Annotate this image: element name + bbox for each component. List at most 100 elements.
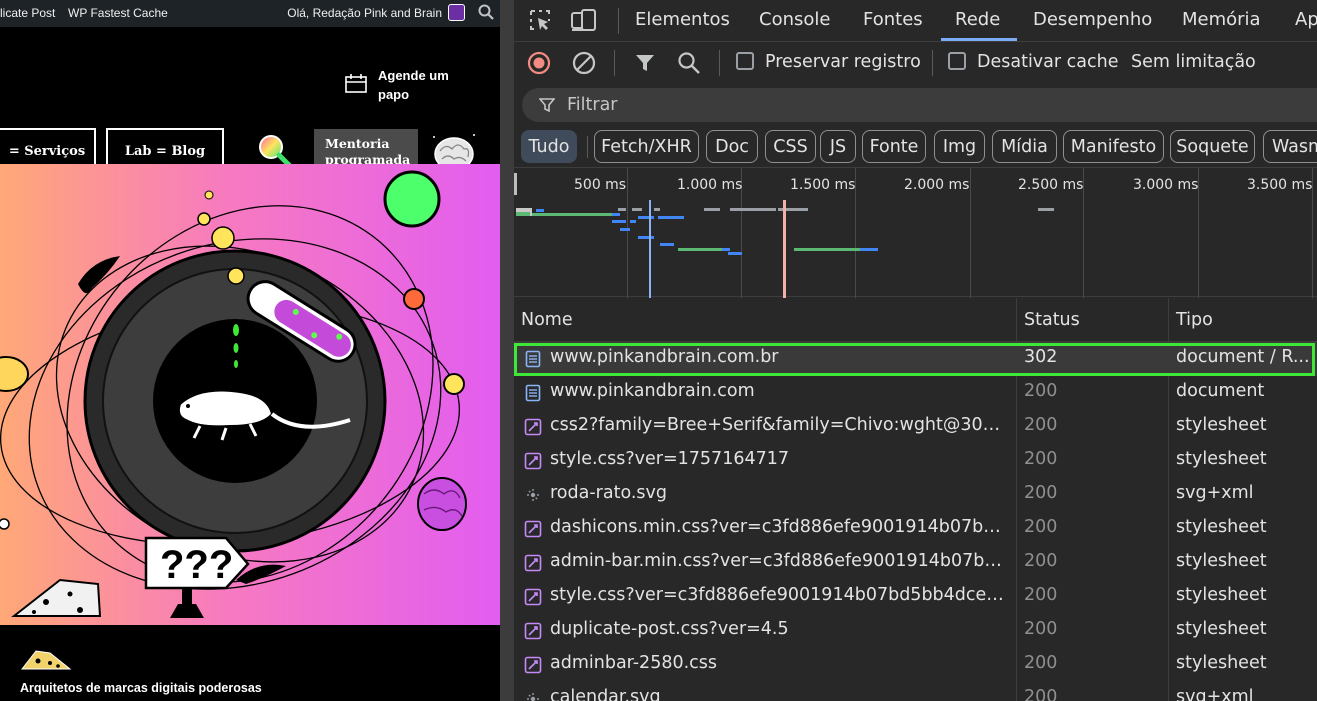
record-icon[interactable] <box>527 51 551 75</box>
tab-application[interactable]: Ap <box>1295 9 1317 30</box>
request-name: www.pinkandbrain.com <box>550 381 755 401</box>
search-icon[interactable] <box>477 3 495 21</box>
stylesheet-icon <box>524 452 542 470</box>
request-type: stylesheet <box>1176 619 1267 639</box>
document-icon <box>524 350 542 368</box>
chip-css[interactable]: CSS <box>765 130 816 163</box>
request-status: 200 <box>1024 415 1058 435</box>
search-icon[interactable] <box>677 51 701 75</box>
request-status: 200 <box>1024 449 1058 469</box>
request-type: stylesheet <box>1176 653 1267 673</box>
preserve-log-checkbox[interactable] <box>736 52 754 70</box>
chip-wasm[interactable]: Wasm <box>1263 130 1317 163</box>
tab-desempenho[interactable]: Desempenho <box>1033 9 1152 30</box>
request-status: 200 <box>1024 483 1058 503</box>
toolbar-separator <box>932 50 933 76</box>
column-header-type[interactable]: Tipo <box>1176 310 1213 330</box>
request-status: 200 <box>1024 687 1058 701</box>
chip-img[interactable]: Img <box>934 130 985 163</box>
hamster-wheel-illustration: ??? <box>0 164 500 625</box>
chip-separator <box>587 136 588 158</box>
preserve-log-label[interactable]: Preservar registro <box>765 52 921 72</box>
stylesheet-icon <box>524 622 542 640</box>
image-icon <box>524 690 542 701</box>
table-row[interactable]: dashicons.min.css?ver=c3fd886efe9001914b… <box>514 512 1317 546</box>
request-type: stylesheet <box>1176 585 1267 605</box>
website-viewport: licate Post WP Fastest Cache Olá, Redaçã… <box>0 0 500 701</box>
waterfall-bars <box>514 173 1054 298</box>
request-status: 200 <box>1024 619 1058 639</box>
request-name: style.css?ver=1757164717 <box>550 449 789 469</box>
panel-divider[interactable] <box>500 0 514 701</box>
disable-cache-checkbox[interactable] <box>948 52 966 70</box>
stylesheet-icon <box>524 656 542 674</box>
filter-icon[interactable] <box>634 52 656 74</box>
chip-fetch-xhr[interactable]: Fetch/XHR <box>594 130 699 163</box>
chip-tudo[interactable]: Tudo <box>521 130 577 163</box>
table-row[interactable]: www.pinkandbrain.com 200 document <box>514 376 1317 410</box>
tab-rede[interactable]: Rede <box>955 9 1000 30</box>
column-header-name[interactable]: Nome <box>521 310 573 330</box>
table-row[interactable]: admin-bar.min.css?ver=c3fd886efe9001914b… <box>514 546 1317 580</box>
tab-fontes[interactable]: Fontes <box>863 9 923 30</box>
chip-fonte[interactable]: Fonte <box>862 130 926 163</box>
device-toolbar-icon[interactable] <box>570 8 598 32</box>
chip-midia[interactable]: Mídia <box>992 130 1057 163</box>
request-status: 200 <box>1024 585 1058 605</box>
calendar-icon <box>345 74 367 93</box>
request-name: calendar.svg <box>550 687 661 701</box>
request-type: stylesheet <box>1176 517 1267 537</box>
table-row[interactable]: style.css?ver=1757164717 200 stylesheet <box>514 444 1317 478</box>
stylesheet-icon <box>524 588 542 606</box>
clear-icon[interactable] <box>572 51 596 75</box>
throttling-select[interactable]: Sem limitação <box>1131 52 1256 72</box>
toolbar-separator <box>719 50 720 76</box>
request-name: roda-rato.svg <box>550 483 667 503</box>
chip-soquete[interactable]: Soquete <box>1170 130 1255 163</box>
request-status: 200 <box>1024 381 1058 401</box>
request-type: document / R... <box>1176 347 1310 367</box>
request-name: admin-bar.min.css?ver=c3fd886efe9001914b… <box>550 551 1010 571</box>
chip-doc[interactable]: Doc <box>706 130 758 163</box>
avatar[interactable] <box>448 4 465 21</box>
table-row[interactable]: www.pinkandbrain.com.br 302 document / R..… <box>514 342 1317 376</box>
tab-elementos[interactable]: Elementos <box>635 9 730 30</box>
chip-manifesto[interactable]: Manifesto <box>1063 130 1164 163</box>
table-row[interactable]: duplicate-post.css?ver=4.5 200 stylesheet <box>514 614 1317 648</box>
table-row[interactable]: style.css?ver=c3fd886efe9001914b07bd5bb4… <box>514 580 1317 614</box>
hero-illustration: ??? <box>0 164 500 625</box>
stylesheet-icon <box>524 520 542 538</box>
request-type: svg+xml <box>1176 483 1254 503</box>
request-name: css2?family=Bree+Serif&family=Chivo:wght… <box>550 415 1010 435</box>
request-name: style.css?ver=c3fd886efe9001914b07bd5bb4… <box>550 585 1010 605</box>
schedule-call-link[interactable]: Agende um papo <box>378 66 468 104</box>
network-overview[interactable]: 500 ms 1.000 ms 1.500 ms 2.000 ms 2.500 … <box>514 167 1317 298</box>
site-tagline: Arquitetos de marcas digitais poderosas <box>20 681 262 695</box>
table-row[interactable]: calendar.svg 200 svg+xml <box>514 682 1317 701</box>
devtools-panel: Elementos Console Fontes Rede Desempenho… <box>514 0 1317 701</box>
tab-console[interactable]: Console <box>759 9 830 30</box>
toolbar-separator <box>614 50 615 76</box>
filter-input[interactable] <box>522 88 1317 122</box>
cheese-icon <box>20 650 72 670</box>
stylesheet-icon <box>524 418 542 436</box>
table-row[interactable]: css2?family=Bree+Serif&family=Chivo:wght… <box>514 410 1317 444</box>
chip-js[interactable]: JS <box>820 130 856 163</box>
request-type: svg+xml <box>1176 687 1254 701</box>
inspect-element-icon[interactable] <box>528 8 552 32</box>
filter-icon <box>539 98 555 113</box>
disable-cache-label[interactable]: Desativar cache <box>977 52 1118 72</box>
request-name: adminbar-2580.css <box>550 653 718 673</box>
requests-table-header: Nome Status Tipo <box>514 298 1317 342</box>
table-row[interactable]: roda-rato.svg 200 svg+xml <box>514 478 1317 512</box>
filter-placeholder: Filtrar <box>567 95 618 115</box>
admin-bar-duplicate-post[interactable]: licate Post <box>0 6 55 20</box>
request-status: 200 <box>1024 517 1058 537</box>
tab-memoria[interactable]: Memória <box>1182 9 1261 30</box>
site-footer: Arquitetos de marcas digitais poderosas <box>0 625 500 701</box>
admin-bar-greeting[interactable]: Olá, Redação Pink and Brain <box>287 6 442 20</box>
table-row[interactable]: adminbar-2580.css 200 stylesheet <box>514 648 1317 682</box>
request-name: dashicons.min.css?ver=c3fd886efe9001914b… <box>550 517 1010 537</box>
admin-bar-wp-fastest-cache[interactable]: WP Fastest Cache <box>68 6 168 20</box>
column-header-status[interactable]: Status <box>1024 310 1080 330</box>
